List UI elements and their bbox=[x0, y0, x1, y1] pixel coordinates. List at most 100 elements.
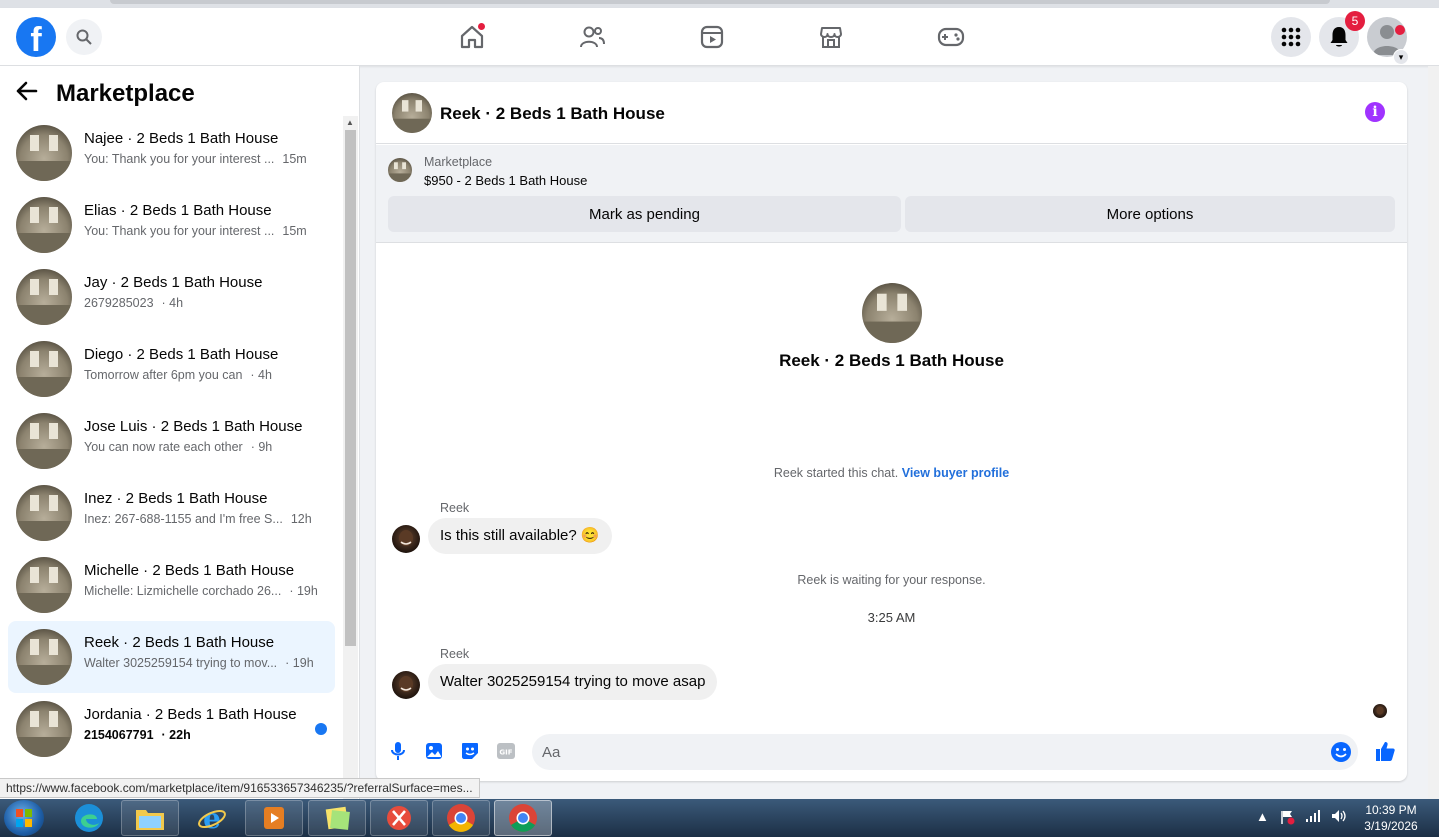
edge-taskbar-app[interactable] bbox=[60, 800, 118, 836]
conversation-item[interactable]: Diego · 2 Beds 1 Bath House Tomorrow afte… bbox=[8, 333, 335, 405]
status-bar-url: https://www.facebook.com/marketplace/ite… bbox=[0, 778, 480, 798]
message-input[interactable] bbox=[542, 734, 1322, 770]
action-center-flag-icon[interactable] bbox=[1279, 809, 1295, 828]
conversation-time: · 19h bbox=[285, 656, 314, 670]
gif-icon[interactable]: GIF bbox=[496, 741, 516, 761]
conversation-thumbnail bbox=[16, 125, 72, 181]
friends-icon bbox=[580, 26, 605, 48]
conversation-name: Jay · 2 Beds 1 Bath House bbox=[84, 274, 263, 291]
info-icon[interactable]: i bbox=[1365, 102, 1385, 122]
conversation-time: 15m bbox=[282, 224, 307, 238]
system-clock[interactable]: 10:39 PM 3/19/2026 bbox=[1352, 802, 1430, 834]
browser-chrome-strip bbox=[0, 0, 1439, 8]
conversation-time: · 19h bbox=[289, 584, 318, 598]
more-options-button[interactable]: More options bbox=[905, 196, 1395, 232]
buyer-avatar[interactable] bbox=[392, 671, 420, 699]
mark-as-pending-button[interactable]: Mark as pending bbox=[388, 196, 901, 232]
video-nav-button[interactable] bbox=[694, 20, 730, 54]
conversation-name: Jordania · 2 Beds 1 Bath House bbox=[84, 706, 297, 723]
snipping-tool-taskbar-app[interactable] bbox=[370, 800, 428, 836]
show-hidden-icons-icon[interactable]: ▲ bbox=[1256, 809, 1269, 828]
home-nav-button[interactable] bbox=[454, 20, 490, 54]
scroll-up-arrow-icon[interactable]: ▲ bbox=[346, 118, 354, 127]
volume-icon[interactable] bbox=[1331, 809, 1347, 828]
conversation-item[interactable]: Reek · 2 Beds 1 Bath House Walter 3025259… bbox=[8, 621, 335, 693]
emoji-icon[interactable] bbox=[1330, 741, 1352, 763]
home-notification-dot bbox=[477, 22, 486, 31]
chat-started-text: Reek started this chat. bbox=[773, 466, 899, 480]
chrome-browser-icon bbox=[509, 804, 537, 832]
edge-browser-icon bbox=[75, 804, 103, 832]
listing-thumbnail[interactable] bbox=[392, 93, 432, 133]
chat-started-notice: Reek started this chat. View buyer profi… bbox=[376, 466, 1407, 480]
friends-nav-button[interactable] bbox=[574, 20, 610, 54]
message-timestamp: 3:25 AM bbox=[867, 610, 916, 625]
conversation-snippet: 2679285023 bbox=[84, 296, 154, 310]
sticky-notes-taskbar-app[interactable] bbox=[308, 800, 366, 836]
grid-menu-icon bbox=[1281, 27, 1301, 47]
conversation-item[interactable]: Najee · 2 Beds 1 Bath House You: Thank yo… bbox=[8, 117, 335, 189]
search-button[interactable] bbox=[66, 19, 102, 55]
file-explorer-taskbar-app[interactable] bbox=[121, 800, 179, 836]
start-button[interactable] bbox=[4, 800, 44, 836]
conversation-preview: Tomorrow after 6pm you can · 4h bbox=[84, 368, 320, 382]
sidebar-title: Marketplace bbox=[56, 80, 195, 107]
listing-banner: Marketplace $950 - 2 Beds 1 Bath House M… bbox=[376, 145, 1407, 243]
gaming-nav-button[interactable] bbox=[933, 20, 969, 54]
sticker-icon[interactable] bbox=[460, 741, 480, 761]
microphone-icon[interactable] bbox=[388, 741, 408, 761]
conversation-item[interactable]: Michelle · 2 Beds 1 Bath House Michelle: … bbox=[8, 549, 335, 621]
conversation-thumbnail bbox=[16, 269, 72, 325]
intro-listing-photo bbox=[862, 283, 922, 343]
chat-header: Reek · 2 Beds 1 Bath House i bbox=[376, 82, 1407, 144]
view-buyer-profile-link[interactable]: View buyer profile bbox=[902, 466, 1009, 480]
conversation-preview: 2154067791 · 22h bbox=[84, 728, 320, 742]
sidebar-scrollbar[interactable]: ▲ bbox=[343, 116, 358, 799]
conversation-item[interactable]: Elias · 2 Beds 1 Bath House You: Thank yo… bbox=[8, 189, 335, 261]
chrome-active-taskbar-app[interactable] bbox=[494, 800, 552, 836]
snipping-tool-icon bbox=[387, 806, 411, 830]
conversation-preview: 2679285023 · 4h bbox=[84, 296, 320, 310]
conversation-name: Reek · 2 Beds 1 Bath House bbox=[84, 634, 275, 651]
listing-price-title[interactable]: $950 - 2 Beds 1 Bath House bbox=[424, 173, 587, 188]
sticky-notes-icon bbox=[325, 806, 350, 830]
conversation-item[interactable]: Jordania · 2 Beds 1 Bath House 2154067791… bbox=[8, 693, 335, 765]
buyer-avatar[interactable] bbox=[392, 525, 420, 553]
back-arrow-icon[interactable] bbox=[16, 80, 46, 108]
chrome-taskbar-app[interactable] bbox=[432, 800, 490, 836]
chat-title[interactable]: Reek · 2 Beds 1 Bath House bbox=[440, 104, 665, 124]
house-photo-icon bbox=[16, 701, 72, 757]
notifications-button[interactable]: 5 bbox=[1319, 11, 1365, 57]
conversation-time: · 22h bbox=[161, 728, 191, 742]
message-bubble[interactable]: Walter 3025259154 trying to move asap bbox=[428, 664, 718, 700]
svg-text:GIF: GIF bbox=[499, 749, 512, 757]
listing-mini-thumbnail bbox=[388, 158, 412, 182]
facebook-logo-icon[interactable]: f bbox=[16, 17, 56, 57]
photo-icon[interactable] bbox=[424, 741, 444, 761]
sender-name: Reek bbox=[440, 647, 470, 661]
menu-button[interactable] bbox=[1271, 17, 1311, 57]
network-signal-icon[interactable] bbox=[1305, 809, 1321, 828]
chrome-browser-icon bbox=[447, 804, 475, 832]
conversation-name: Elias · 2 Beds 1 Bath House bbox=[84, 202, 272, 219]
scrollbar-thumb[interactable] bbox=[345, 130, 356, 646]
conversation-item[interactable]: Jose Luis · 2 Beds 1 Bath House You can n… bbox=[8, 405, 335, 477]
conversation-item[interactable]: Jay · 2 Beds 1 Bath House 2679285023 · 4h bbox=[8, 261, 335, 333]
message-bubble[interactable]: Is this still available? 😊 bbox=[428, 518, 612, 554]
conversation-preview: Michelle: Lizmichelle corchado 26... · 19… bbox=[84, 584, 320, 598]
system-tray: ▲ bbox=[1256, 809, 1347, 828]
conversation-thumbnail bbox=[16, 197, 72, 253]
house-photo-icon bbox=[16, 413, 72, 469]
marketplace-nav-button[interactable] bbox=[813, 20, 849, 54]
page-scrollbar[interactable] bbox=[1428, 66, 1439, 799]
marketplace-inbox-sidebar: Marketplace Najee · 2 Beds 1 Bath House Y… bbox=[0, 66, 360, 799]
thumbs-up-icon[interactable] bbox=[1374, 740, 1396, 762]
house-photo-icon bbox=[16, 269, 72, 325]
chevron-down-icon[interactable]: ▾ bbox=[1393, 49, 1409, 65]
conversation-list: Najee · 2 Beds 1 Bath House You: Thank yo… bbox=[8, 117, 335, 765]
conversation-item[interactable]: Inez · 2 Beds 1 Bath House Inez: 267-688-… bbox=[8, 477, 335, 549]
house-photo-icon bbox=[16, 125, 72, 181]
folder-icon bbox=[136, 810, 164, 830]
internet-explorer-taskbar-app[interactable]: e bbox=[183, 800, 241, 836]
media-player-taskbar-app[interactable] bbox=[245, 800, 303, 836]
